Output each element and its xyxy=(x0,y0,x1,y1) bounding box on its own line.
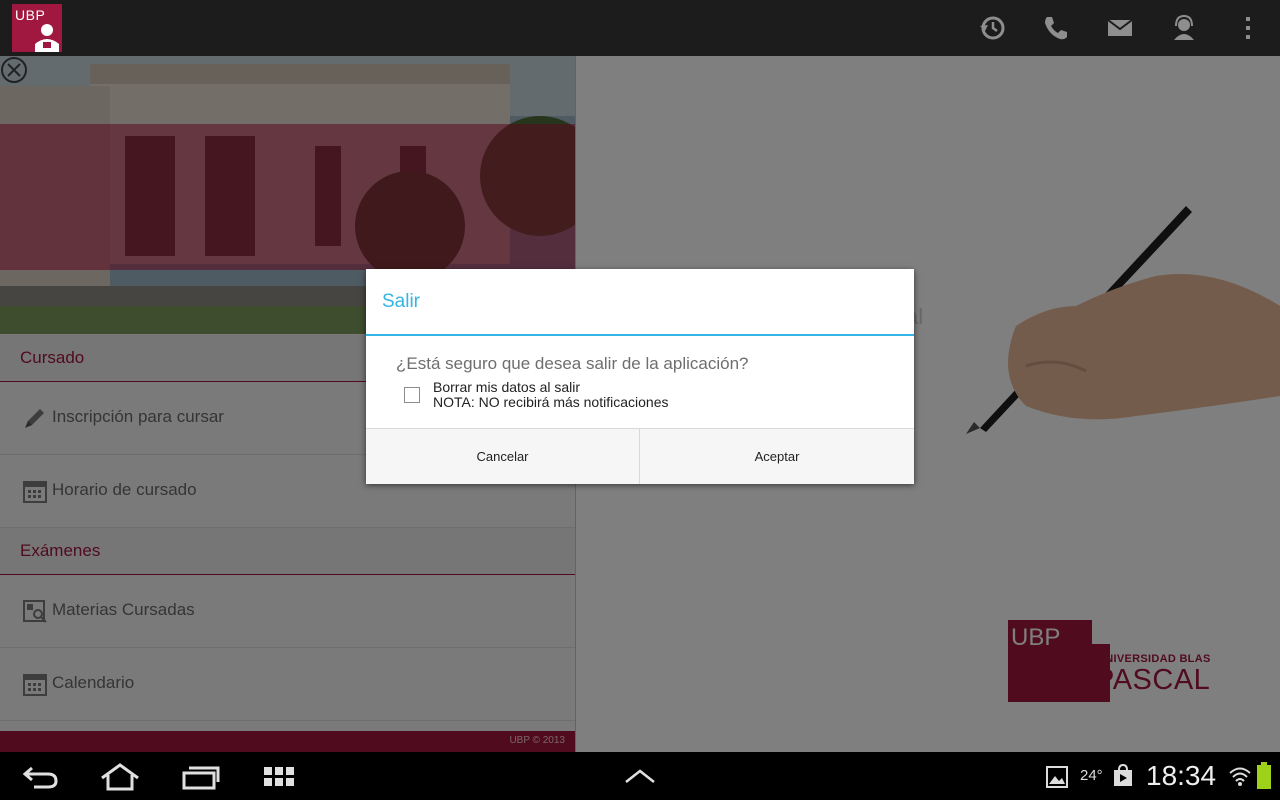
recent-apps-icon[interactable] xyxy=(182,764,220,790)
weather-temperature: 24° xyxy=(1080,767,1103,784)
checkbox-label[interactable]: Borrar mis datos al salir xyxy=(433,379,580,395)
app-logo[interactable]: UBP xyxy=(12,4,62,52)
system-clock: 18:34 xyxy=(1146,760,1217,791)
play-store-icon[interactable] xyxy=(1112,764,1134,788)
phone-icon[interactable] xyxy=(1042,14,1070,42)
exit-dialog: Salir ¿Está seguro que desea salir de la… xyxy=(366,269,914,484)
gallery-icon[interactable] xyxy=(1046,766,1068,788)
checkbox-note: NOTA: NO recibirá más notificaciones xyxy=(433,394,669,410)
overflow-menu-icon[interactable] xyxy=(1234,14,1262,42)
action-bar: UBP xyxy=(0,0,1280,56)
back-icon[interactable] xyxy=(22,764,60,790)
battery-icon xyxy=(1257,762,1271,789)
student-icon xyxy=(35,24,59,52)
dialog-title: Salir xyxy=(382,291,421,312)
mail-icon[interactable] xyxy=(1106,14,1134,42)
chevron-up-icon[interactable] xyxy=(624,768,656,784)
clear-data-checkbox[interactable] xyxy=(404,387,420,403)
dialog-button-bar: Cancelar Aceptar xyxy=(366,428,914,484)
dialog-title-divider xyxy=(366,334,914,336)
history-icon[interactable] xyxy=(978,14,1006,42)
cancel-button[interactable]: Cancelar xyxy=(366,429,640,484)
wifi-icon xyxy=(1229,767,1251,786)
app-logo-text: UBP xyxy=(15,7,46,23)
dialog-message: ¿Está seguro que desea salir de la aplic… xyxy=(396,354,749,373)
system-navigation-bar: 24° 18:34 xyxy=(0,752,1280,800)
apps-grid-icon[interactable] xyxy=(264,767,296,789)
support-agent-icon[interactable] xyxy=(1170,14,1198,42)
accept-button[interactable]: Aceptar xyxy=(640,429,914,484)
home-icon[interactable] xyxy=(100,763,140,791)
